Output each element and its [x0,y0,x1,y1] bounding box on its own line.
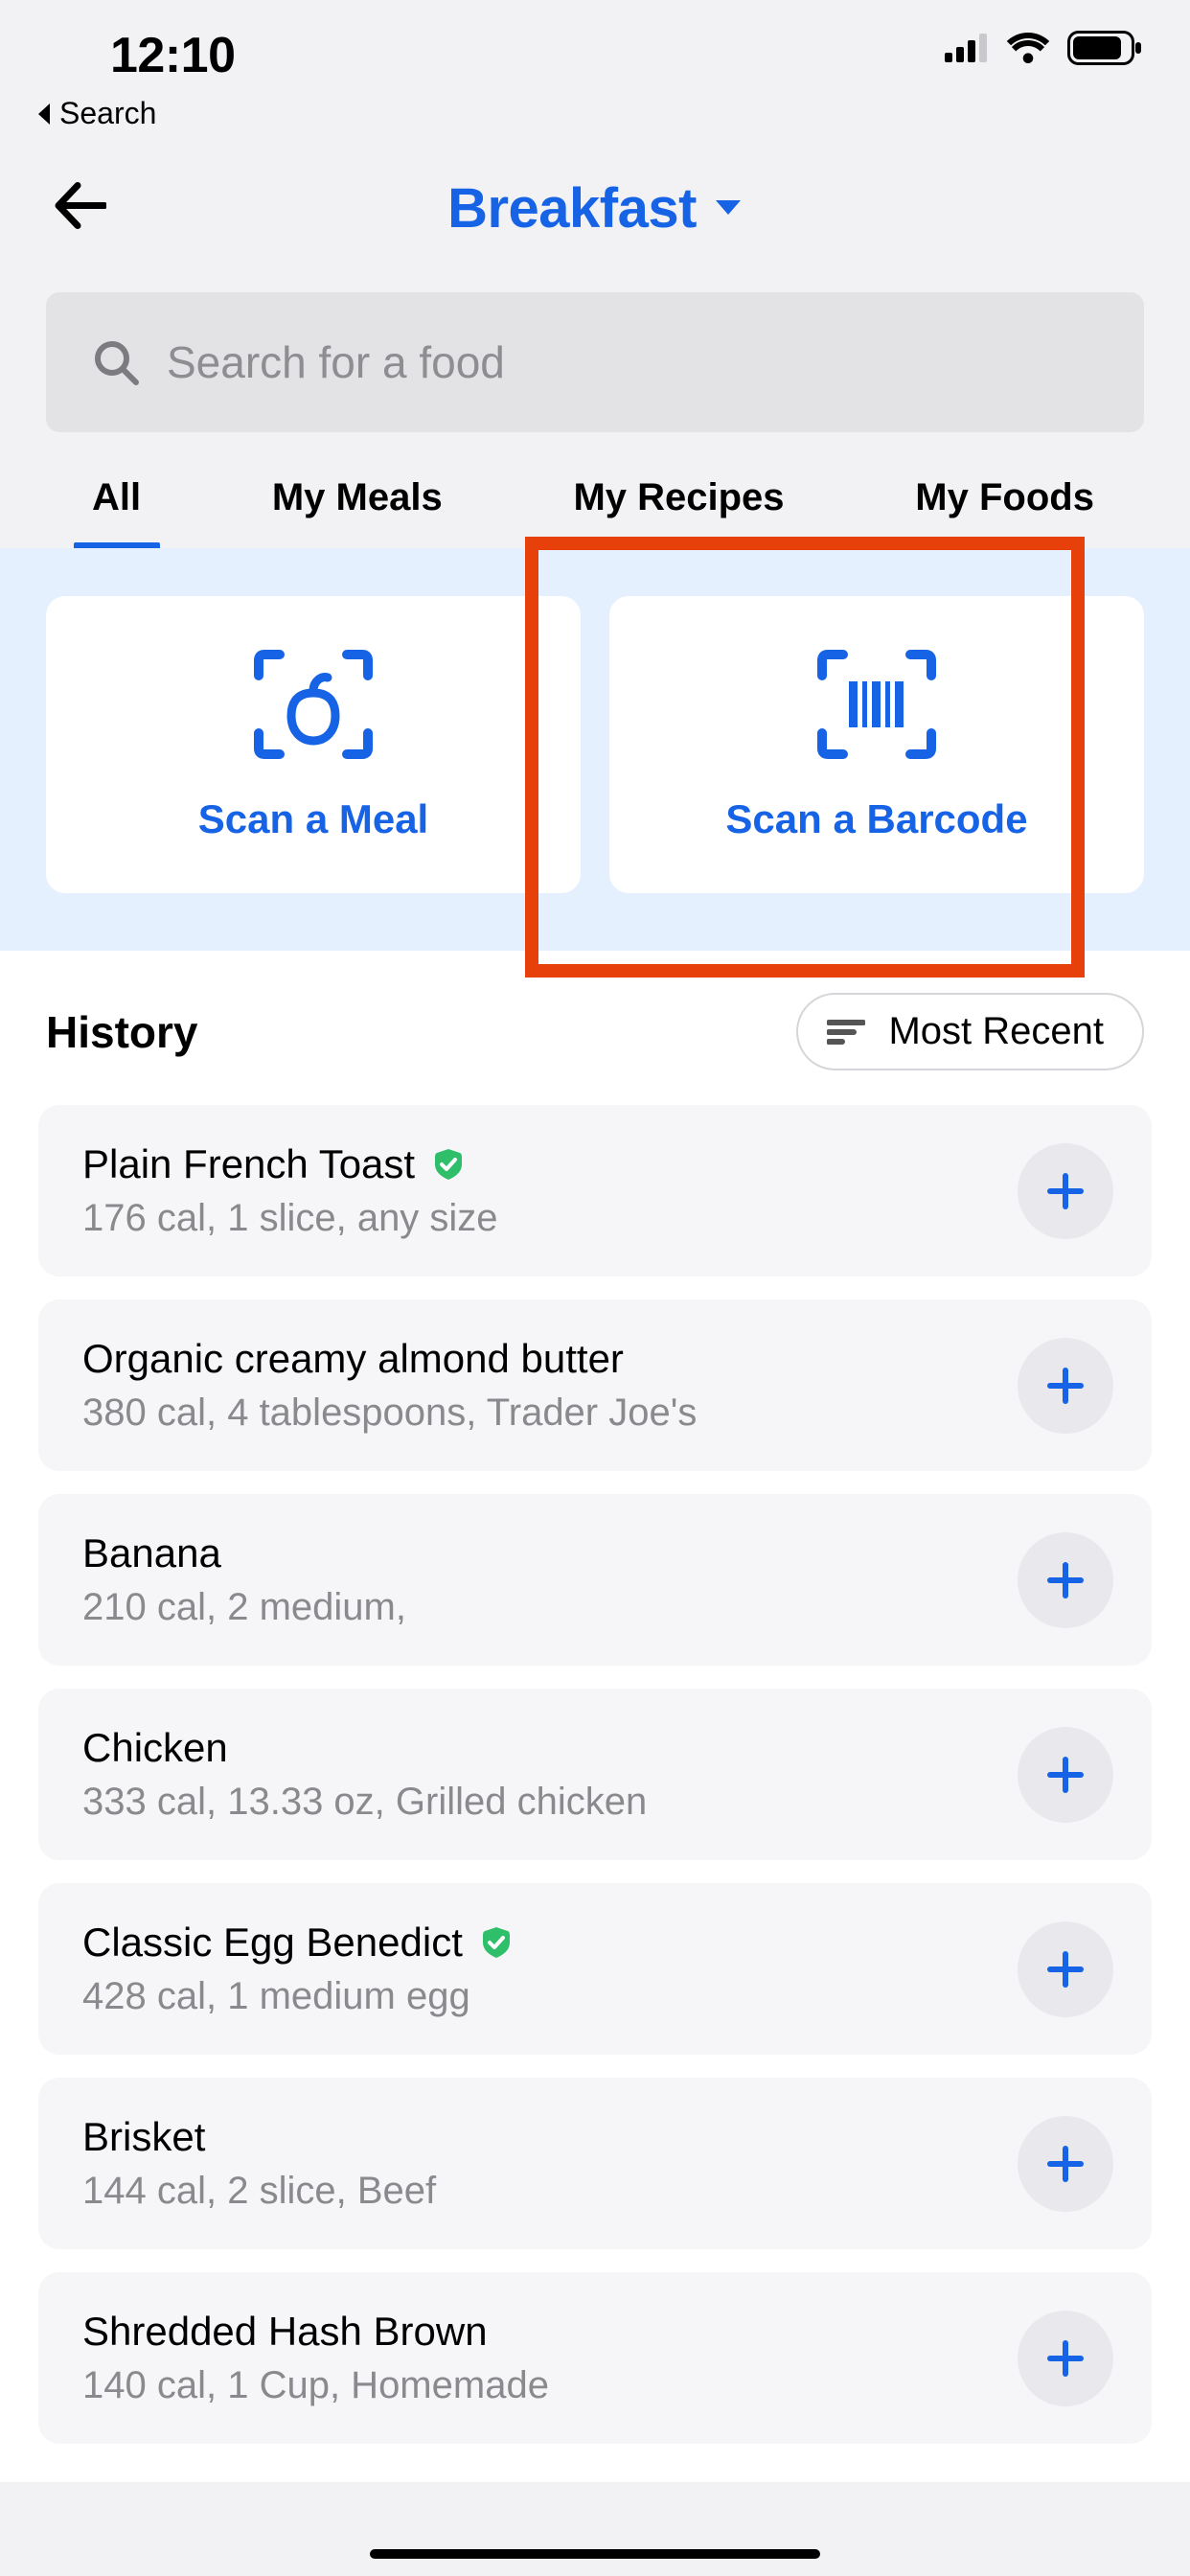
battery-icon [1067,31,1142,65]
plus-icon [1044,1170,1087,1212]
food-row[interactable]: Shredded Hash Brown 140 cal, 1 Cup, Homem… [38,2272,1152,2444]
scan-meal-icon [251,647,376,762]
add-food-button[interactable] [1018,2116,1113,2212]
tab-my-recipes[interactable]: My Recipes [573,461,784,548]
search-bar[interactable] [46,292,1144,432]
add-food-button[interactable] [1018,1338,1113,1434]
history-list: Plain French Toast 176 cal, 1 slice, any … [0,1105,1190,2482]
food-name: Shredded Hash Brown [82,2309,488,2355]
arrow-left-icon [53,182,106,230]
food-detail: 428 cal, 1 medium egg [82,1975,998,2018]
food-text: Classic Egg Benedict 428 cal, 1 medium eg… [82,1920,998,2018]
add-food-button[interactable] [1018,1143,1113,1239]
meal-selector[interactable]: Breakfast [447,176,743,241]
add-food-button[interactable] [1018,2311,1113,2406]
food-name: Organic creamy almond butter [82,1336,624,1382]
add-food-button[interactable] [1018,1532,1113,1628]
sort-icon [827,1018,865,1046]
plus-icon [1044,1948,1087,1990]
scan-meal-card[interactable]: Scan a Meal [46,596,581,893]
scan-meal-label: Scan a Meal [198,796,428,842]
food-name: Plain French Toast [82,1141,415,1187]
home-indicator [370,2549,820,2559]
add-food-button[interactable] [1018,1921,1113,2017]
search-input[interactable] [167,336,1098,388]
food-row[interactable]: Classic Egg Benedict 428 cal, 1 medium eg… [38,1883,1152,2055]
verified-badge-icon [432,1148,465,1181]
sort-button[interactable]: Most Recent [796,993,1144,1070]
status-right [945,31,1142,65]
scan-row: Scan a Meal Scan a Barcode [0,548,1190,951]
plus-icon [1044,1754,1087,1796]
tab-my-foods[interactable]: My Foods [915,461,1094,548]
back-caret-icon [34,102,54,126]
food-text: Plain French Toast 176 cal, 1 slice, any … [82,1141,998,1240]
food-text: Organic creamy almond butter 380 cal, 4 t… [82,1336,998,1435]
chevron-down-icon [714,198,743,218]
verified-badge-icon [480,1926,513,1959]
scan-barcode-icon [814,647,939,762]
plus-icon [1044,1365,1087,1407]
status-bar: 12:10 [0,0,1190,96]
food-detail: 210 cal, 2 medium, [82,1586,998,1629]
status-time: 12:10 [110,27,236,84]
back-button[interactable] [53,182,106,235]
food-row[interactable]: Brisket 144 cal, 2 slice, Beef [38,2078,1152,2249]
add-food-button[interactable] [1018,1727,1113,1823]
food-row[interactable]: Organic creamy almond butter 380 cal, 4 t… [38,1300,1152,1471]
scan-barcode-card[interactable]: Scan a Barcode [609,596,1144,893]
plus-icon [1044,2143,1087,2185]
header: Breakfast [0,141,1190,275]
food-text: Banana 210 cal, 2 medium, [82,1530,998,1629]
food-detail: 140 cal, 1 Cup, Homemade [82,2364,998,2407]
food-detail: 176 cal, 1 slice, any size [82,1197,998,1240]
sort-label: Most Recent [888,1010,1104,1053]
food-row[interactable]: Plain French Toast 176 cal, 1 slice, any … [38,1105,1152,1276]
food-row[interactable]: Chicken 333 cal, 13.33 oz, Grilled chicke… [38,1689,1152,1860]
food-text: Chicken 333 cal, 13.33 oz, Grilled chicke… [82,1725,998,1824]
food-name: Banana [82,1530,221,1576]
food-name: Chicken [82,1725,228,1771]
category-tabs: All My Meals My Recipes My Foods [0,461,1190,548]
tab-my-meals[interactable]: My Meals [272,461,443,548]
food-detail: 380 cal, 4 tablespoons, Trader Joe's [82,1392,998,1435]
cellular-icon [945,34,989,62]
search-icon [92,338,140,386]
food-detail: 333 cal, 13.33 oz, Grilled chicken [82,1781,998,1824]
plus-icon [1044,1559,1087,1601]
search-wrap [0,275,1190,461]
food-row[interactable]: Banana 210 cal, 2 medium, [38,1494,1152,1666]
plus-icon [1044,2337,1087,2380]
back-search-label: Search [59,96,156,131]
scan-barcode-label: Scan a Barcode [725,796,1027,842]
back-search-link[interactable]: Search [0,96,1190,141]
food-detail: 144 cal, 2 slice, Beef [82,2170,998,2213]
food-name: Brisket [82,2114,205,2160]
history-header: History Most Recent [0,951,1190,1105]
tab-all[interactable]: All [92,461,141,548]
history-title: History [46,1006,197,1058]
page-title: Breakfast [447,176,697,241]
wifi-icon [1006,33,1050,63]
food-name: Classic Egg Benedict [82,1920,463,1966]
food-text: Shredded Hash Brown 140 cal, 1 Cup, Homem… [82,2309,998,2407]
food-text: Brisket 144 cal, 2 slice, Beef [82,2114,998,2213]
